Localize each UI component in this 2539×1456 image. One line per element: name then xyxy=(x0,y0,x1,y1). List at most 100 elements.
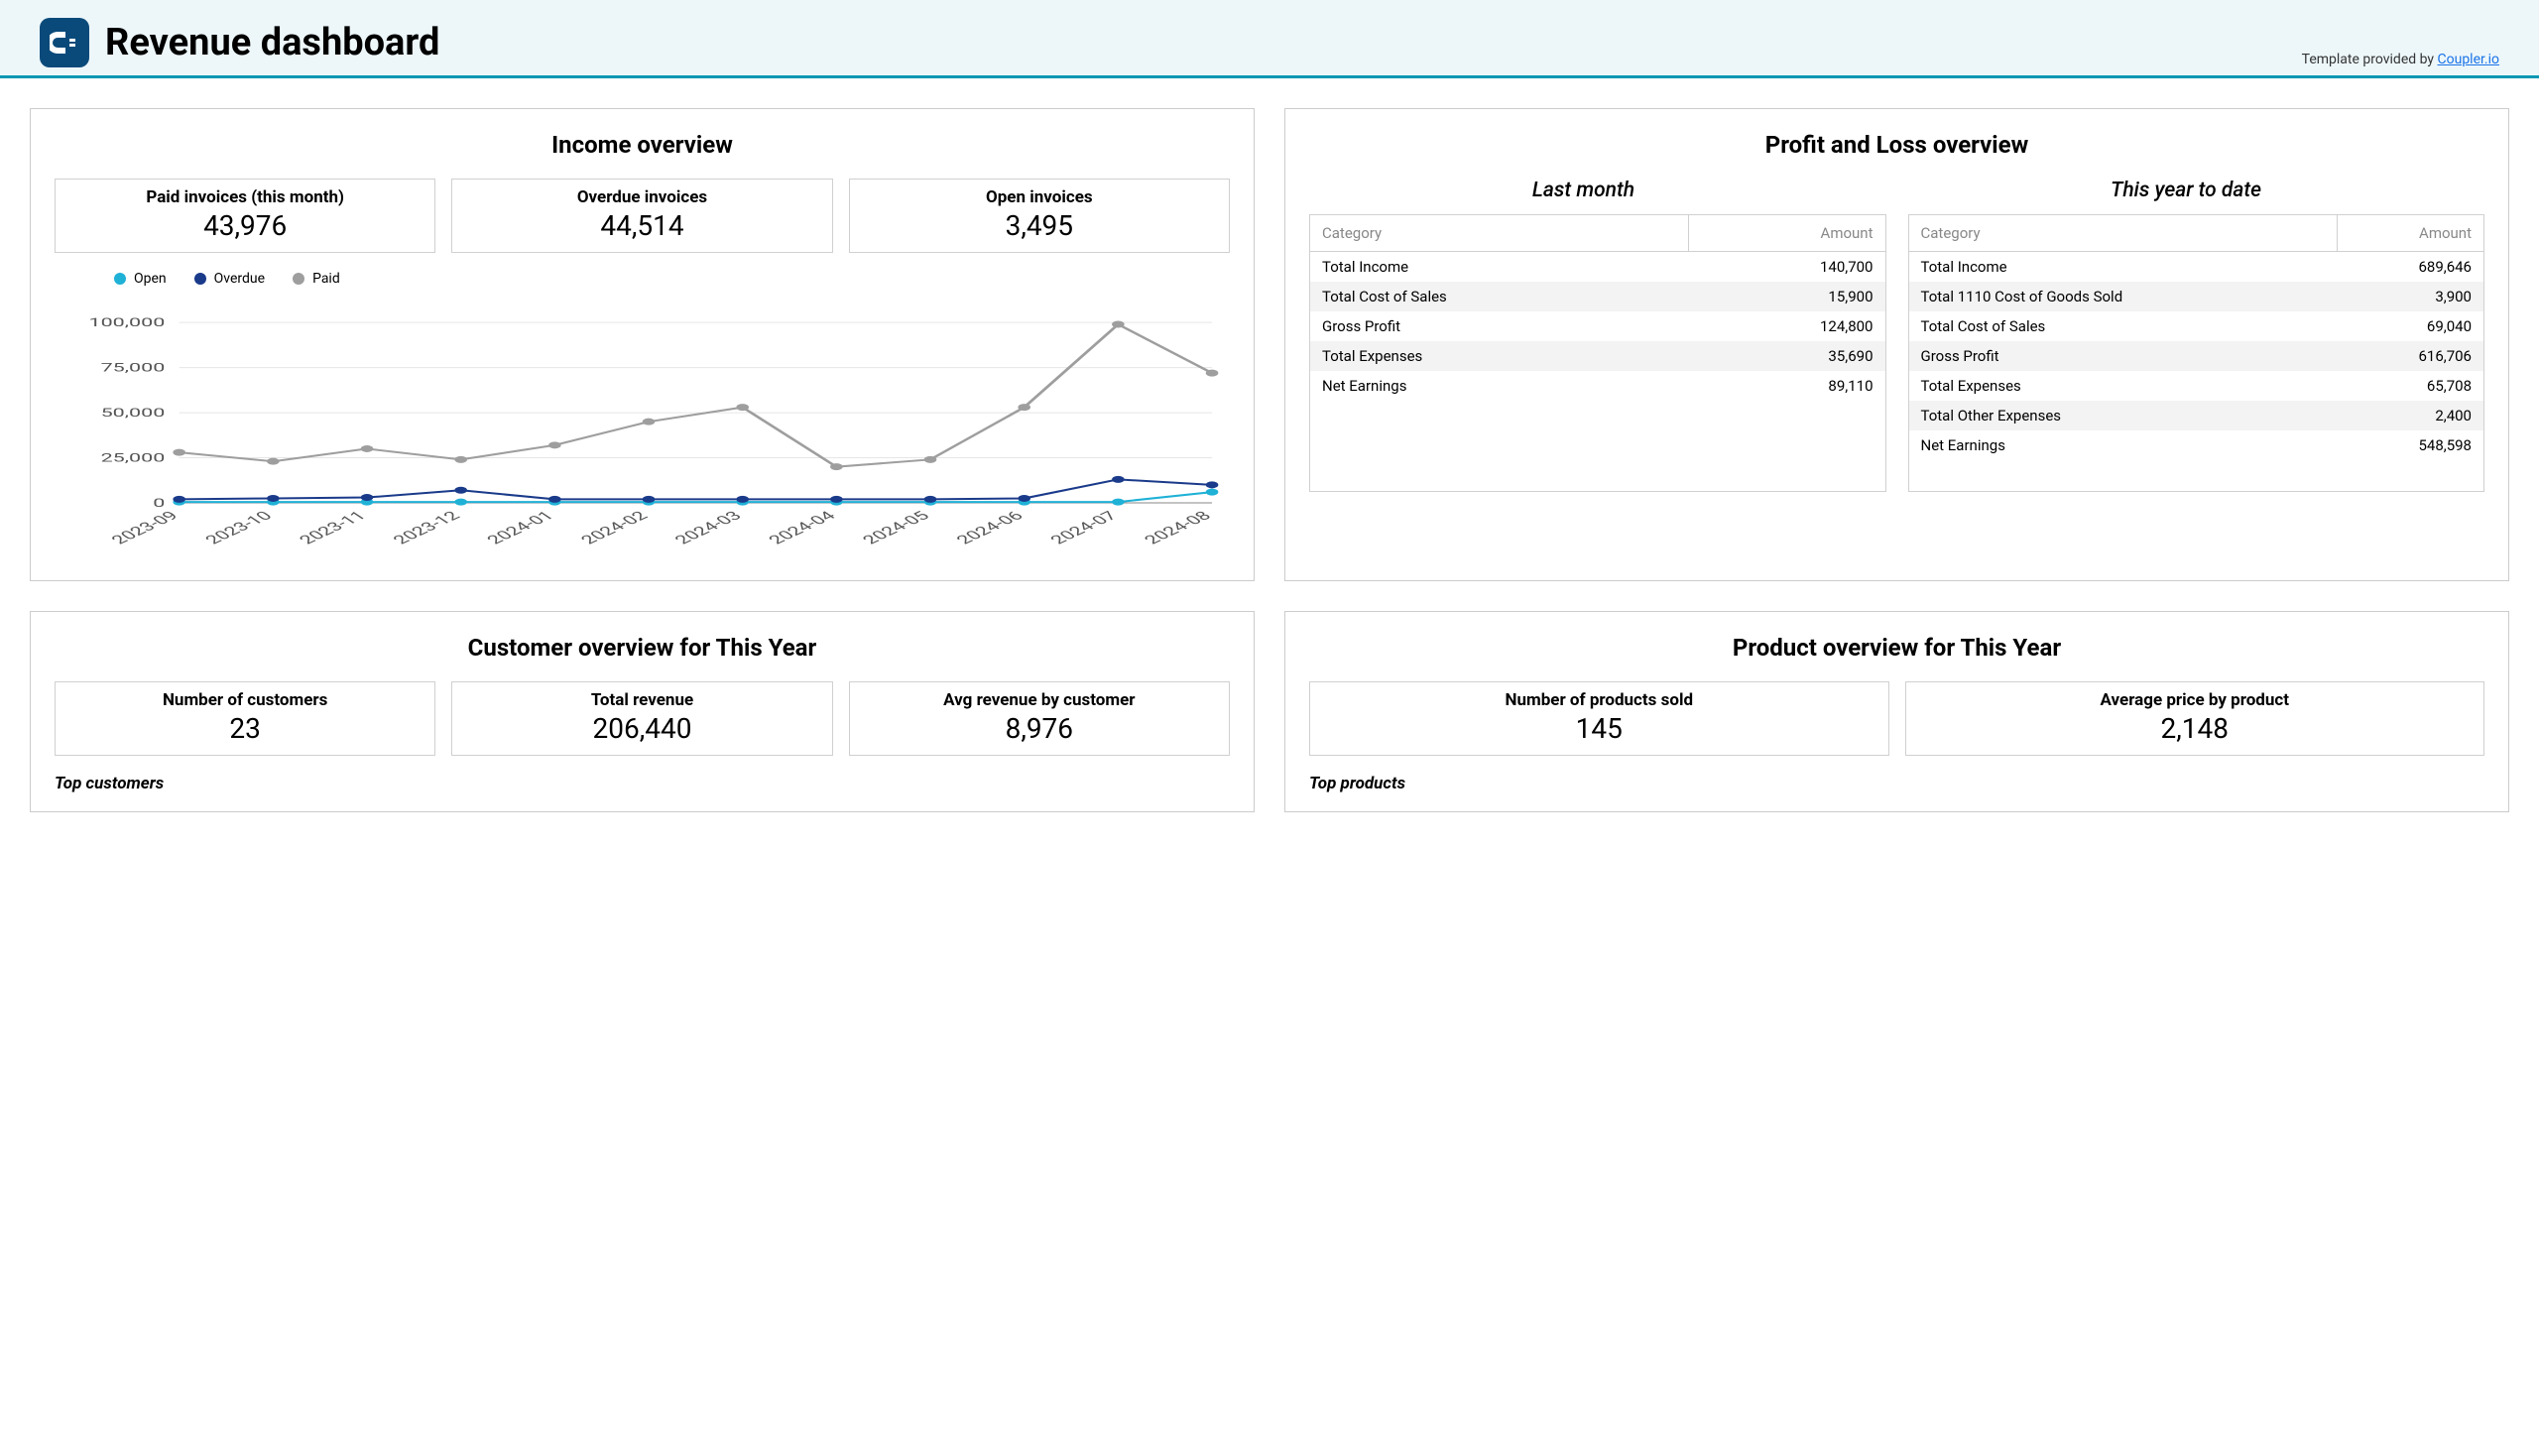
stat-label: Total revenue xyxy=(462,690,821,710)
cell-amount: 689,646 xyxy=(2338,252,2483,283)
table-row: Gross Profit124,800 xyxy=(1310,311,1885,341)
cell-category: Total Expenses xyxy=(1310,341,1689,371)
stat-label: Number of products sold xyxy=(1320,690,1878,710)
cell-category: Total 1110 Cost of Goods Sold xyxy=(1909,282,2338,311)
svg-text:2024-08: 2024-08 xyxy=(1141,509,1216,547)
page-title: Revenue dashboard xyxy=(105,21,439,64)
stat-label: Number of customers xyxy=(65,690,424,710)
stat-avg-revenue: Avg revenue by customer 8,976 xyxy=(849,681,1230,756)
col-category: Category xyxy=(1909,215,2338,252)
svg-text:2024-02: 2024-02 xyxy=(577,509,653,547)
stat-value: 8,976 xyxy=(860,712,1219,745)
cell-amount: 616,706 xyxy=(2338,341,2483,371)
svg-text:0: 0 xyxy=(153,497,165,511)
legend-item-paid: Paid xyxy=(293,271,340,287)
stat-value: 44,514 xyxy=(462,209,821,242)
stat-value: 43,976 xyxy=(65,209,424,242)
svg-text:50,000: 50,000 xyxy=(101,407,166,421)
cell-category: Net Earnings xyxy=(1310,371,1689,401)
stat-label: Overdue invoices xyxy=(462,187,821,207)
table-row: Total Cost of Sales69,040 xyxy=(1909,311,2484,341)
table-row: Total Income689,646 xyxy=(1909,252,2484,283)
cell-amount: 124,800 xyxy=(1689,311,1885,341)
stat-avg-price: Average price by product 2,148 xyxy=(1905,681,2485,756)
svg-text:2024-05: 2024-05 xyxy=(859,509,934,547)
stat-paid-invoices: Paid invoices (this month) 43,976 xyxy=(55,179,435,253)
legend-label: Open xyxy=(134,271,167,287)
svg-text:2023-12: 2023-12 xyxy=(390,509,465,547)
income-stat-row: Paid invoices (this month) 43,976 Overdu… xyxy=(55,179,1230,253)
svg-text:2024-04: 2024-04 xyxy=(765,509,840,547)
product-overview-panel: Product overview for This Year Number of… xyxy=(1284,611,2509,812)
legend-dot-icon xyxy=(194,273,206,285)
table-row: Total 1110 Cost of Goods Sold3,900 xyxy=(1909,282,2484,311)
cell-category: Gross Profit xyxy=(1909,341,2338,371)
cell-amount: 15,900 xyxy=(1689,282,1885,311)
cell-category: Total Cost of Sales xyxy=(1909,311,2338,341)
customer-overview-panel: Customer overview for This Year Number o… xyxy=(30,611,1255,812)
stat-value: 206,440 xyxy=(462,712,821,745)
stat-label: Open invoices xyxy=(860,187,1219,207)
table-row: Net Earnings89,110 xyxy=(1310,371,1885,401)
stat-value: 23 xyxy=(65,712,424,745)
cell-category: Gross Profit xyxy=(1310,311,1689,341)
top-products-label: Top products xyxy=(1309,774,2484,793)
legend-label: Paid xyxy=(312,271,340,287)
col-category: Category xyxy=(1310,215,1689,252)
header: Revenue dashboard Template provided by C… xyxy=(0,0,2539,78)
cell-category: Net Earnings xyxy=(1909,430,2338,460)
cell-category: Total Expenses xyxy=(1909,371,2338,401)
stat-value: 2,148 xyxy=(1916,712,2475,745)
table-row: Total Other Expenses2,400 xyxy=(1909,401,2484,430)
svg-text:2023-11: 2023-11 xyxy=(296,509,371,547)
col-amount: Amount xyxy=(2338,215,2483,252)
pl-ytd-table: Category Amount Total Income689,646Total… xyxy=(1908,214,2485,492)
legend-label: Overdue xyxy=(214,271,265,287)
top-customers-label: Top customers xyxy=(55,774,1230,793)
stat-num-customers: Number of customers 23 xyxy=(55,681,435,756)
stat-value: 145 xyxy=(1320,712,1878,745)
product-stat-row: Number of products sold 145 Average pric… xyxy=(1309,681,2484,756)
product-title: Product overview for This Year xyxy=(1309,634,2484,662)
cell-amount: 35,690 xyxy=(1689,341,1885,371)
table-row: Total Expenses35,690 xyxy=(1310,341,1885,371)
stat-total-revenue: Total revenue 206,440 xyxy=(451,681,832,756)
svg-text:25,000: 25,000 xyxy=(101,451,166,465)
chart-legend: Open Overdue Paid xyxy=(55,271,1230,295)
pl-ytd-label: This year to date xyxy=(2111,179,2261,202)
income-line-chart: 025,00050,00075,000100,0002023-092023-10… xyxy=(55,295,1230,562)
svg-text:2024-06: 2024-06 xyxy=(953,509,1028,547)
template-credit-link[interactable]: Coupler.io xyxy=(2438,52,2500,67)
customer-title: Customer overview for This Year xyxy=(55,634,1230,662)
cell-amount: 140,700 xyxy=(1689,252,1885,283)
pl-last-month-label: Last month xyxy=(1532,179,1634,202)
customer-stat-row: Number of customers 23 Total revenue 206… xyxy=(55,681,1230,756)
stat-label: Avg revenue by customer xyxy=(860,690,1219,710)
svg-text:2024-01: 2024-01 xyxy=(483,509,558,547)
cell-amount: 69,040 xyxy=(2338,311,2483,341)
stat-label: Paid invoices (this month) xyxy=(65,187,424,207)
stat-value: 3,495 xyxy=(860,209,1219,242)
stat-overdue-invoices: Overdue invoices 44,514 xyxy=(451,179,832,253)
pl-title: Profit and Loss overview xyxy=(1309,131,2484,159)
cell-category: Total Income xyxy=(1310,252,1689,283)
income-overview-panel: Income overview Paid invoices (this mont… xyxy=(30,108,1255,581)
profit-loss-panel: Profit and Loss overview Last month This… xyxy=(1284,108,2509,581)
cell-category: Total Cost of Sales xyxy=(1310,282,1689,311)
app-logo xyxy=(40,18,89,67)
template-credit-text: Template provided by xyxy=(2302,52,2438,67)
legend-dot-icon xyxy=(114,273,126,285)
cell-amount: 65,708 xyxy=(2338,371,2483,401)
cell-category: Total Income xyxy=(1909,252,2338,283)
svg-text:75,000: 75,000 xyxy=(101,361,166,375)
table-row: Net Earnings548,598 xyxy=(1909,430,2484,460)
legend-item-open: Open xyxy=(114,271,167,287)
table-row: Total Cost of Sales15,900 xyxy=(1310,282,1885,311)
stat-num-products: Number of products sold 145 xyxy=(1309,681,1889,756)
income-title: Income overview xyxy=(55,131,1230,159)
cell-category: Total Other Expenses xyxy=(1909,401,2338,430)
stat-label: Average price by product xyxy=(1916,690,2475,710)
legend-dot-icon xyxy=(293,273,304,285)
cell-amount: 89,110 xyxy=(1689,371,1885,401)
svg-text:2023-10: 2023-10 xyxy=(201,509,277,547)
